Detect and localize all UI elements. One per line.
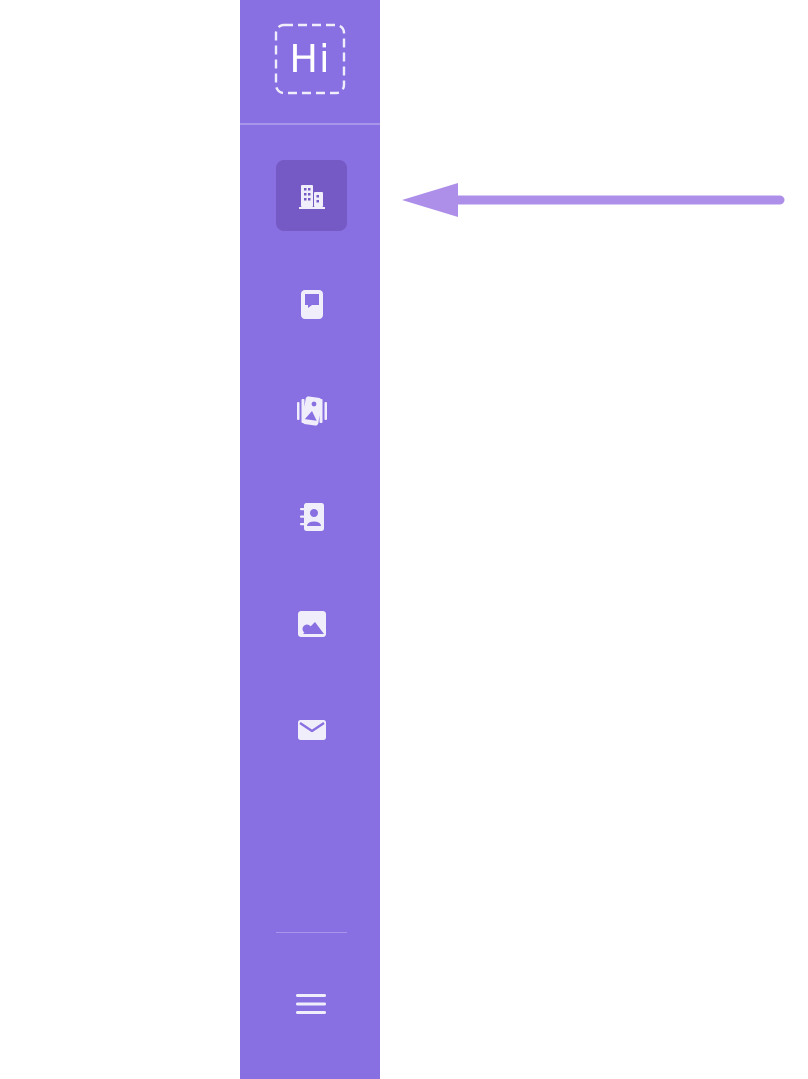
logo-text: Hi bbox=[289, 37, 331, 81]
sidebar-item-image-gallery[interactable] bbox=[276, 375, 347, 446]
envelope-icon bbox=[297, 719, 326, 740]
sidebar-item-chat-tablet[interactable] bbox=[276, 268, 347, 339]
sidebar-item-building[interactable] bbox=[276, 160, 347, 231]
contact-book-icon bbox=[299, 502, 324, 531]
hamburger-menu-icon bbox=[296, 994, 326, 1014]
sidebar: Hi bbox=[240, 0, 380, 1079]
image-gallery-icon bbox=[296, 395, 327, 426]
page: Hi bbox=[0, 0, 808, 1079]
chat-tablet-icon bbox=[300, 289, 323, 319]
app-logo[interactable]: Hi bbox=[274, 23, 346, 95]
hamburger-menu-button[interactable] bbox=[286, 979, 336, 1029]
sidebar-item-envelope[interactable] bbox=[276, 694, 347, 765]
sidebar-top-divider bbox=[240, 123, 380, 125]
left-arrow-icon bbox=[402, 183, 785, 217]
sidebar-item-contact-book[interactable] bbox=[276, 481, 347, 552]
sidebar-item-image[interactable] bbox=[276, 588, 347, 659]
image-icon bbox=[297, 610, 326, 637]
building-icon bbox=[298, 184, 325, 209]
sidebar-bottom-divider bbox=[276, 932, 347, 933]
